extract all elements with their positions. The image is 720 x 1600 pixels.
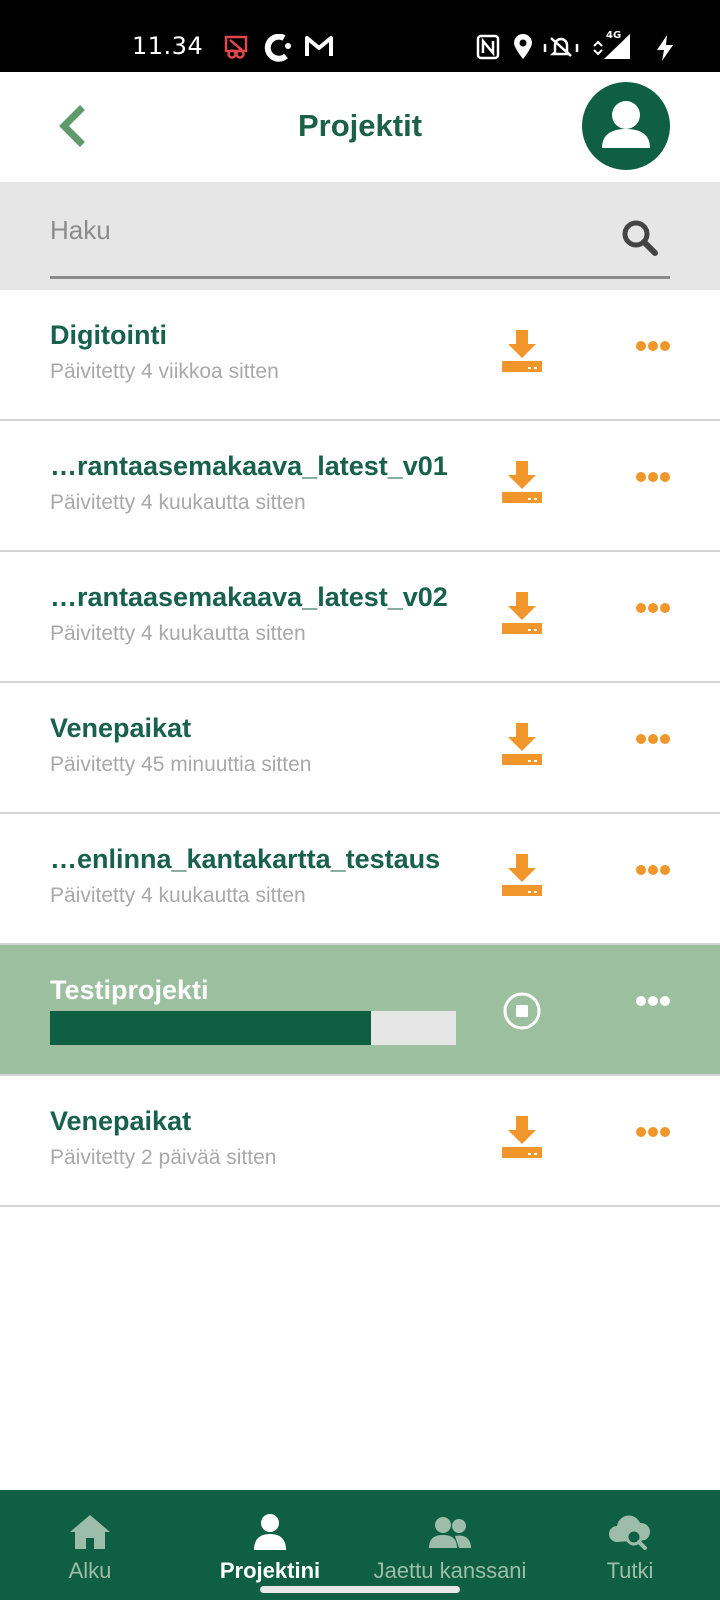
gmail-icon [305, 36, 333, 56]
nav-label: Jaettu kanssani [373, 1558, 527, 1583]
stop-download-icon[interactable] [502, 991, 542, 1031]
home-indicator[interactable] [260, 1586, 460, 1593]
nfc-icon [476, 34, 500, 60]
project-list: Digitointi Päivitetty 4 viikkoa sitten …… [0, 290, 720, 1207]
cloud-search-icon [609, 1515, 650, 1550]
more-options-icon[interactable] [635, 732, 671, 746]
c-app-icon [264, 34, 291, 62]
search-icon[interactable] [620, 218, 660, 258]
cast-off-icon [224, 35, 248, 59]
download-icon[interactable] [500, 852, 544, 898]
more-options-icon[interactable] [635, 339, 671, 353]
download-icon[interactable] [500, 721, 544, 767]
nav-item-alku[interactable]: Alku [20, 1490, 160, 1600]
download-icon[interactable] [500, 459, 544, 505]
search-bar [0, 182, 720, 290]
bottom-nav: Alku Projektini Jaettu kanssani Tutki [0, 1490, 720, 1600]
status-time: 11.34 [132, 32, 204, 60]
nav-item-projektini[interactable]: Projektini [200, 1490, 340, 1600]
nav-label: Projektini [219, 1558, 321, 1583]
project-updated: Päivitetty 45 minuuttia sitten [50, 753, 312, 776]
download-icon[interactable] [500, 328, 544, 374]
app-header: Projektit [0, 72, 720, 182]
project-name: …enlinna_kantakartta_testaus [50, 844, 441, 874]
nav-label: Tutki [606, 1558, 654, 1583]
download-icon[interactable] [500, 1114, 544, 1160]
charging-icon [657, 35, 673, 61]
more-options-icon[interactable] [635, 470, 671, 484]
more-options-icon[interactable] [635, 863, 671, 877]
signal-4g-icon: 4G [593, 30, 630, 59]
project-row[interactable]: Venepaikat Päivitetty 2 päivää sitten [0, 1076, 720, 1207]
more-options-icon[interactable] [635, 994, 671, 1008]
project-row[interactable]: …rantaasemakaava_latest_v01 Päivitetty 4… [0, 421, 720, 552]
project-name: …rantaasemakaava_latest_v01 [50, 451, 448, 481]
project-name: Venepaikat [50, 1106, 192, 1136]
project-updated: Päivitetty 4 kuukautta sitten [50, 884, 306, 907]
download-progress-bar [50, 1011, 456, 1045]
search-underline [50, 276, 670, 279]
project-name: Venepaikat [50, 713, 192, 743]
home-icon [70, 1515, 110, 1549]
people-icon [429, 1517, 471, 1548]
more-options-icon[interactable] [635, 601, 671, 615]
project-updated: Päivitetty 4 kuukautta sitten [50, 491, 306, 514]
nav-item-jaettu-kanssani[interactable]: Jaettu kanssani [360, 1490, 540, 1600]
search-input[interactable] [50, 208, 610, 252]
avatar-button[interactable] [582, 82, 670, 170]
more-options-icon[interactable] [635, 1125, 671, 1139]
project-row[interactable]: …rantaasemakaava_latest_v02 Päivitetty 4… [0, 552, 720, 683]
nav-item-tutki[interactable]: Tutki [560, 1490, 700, 1600]
project-updated: Päivitetty 4 viikkoa sitten [50, 360, 279, 383]
project-row[interactable]: …enlinna_kantakartta_testaus Päivitetty … [0, 814, 720, 945]
project-updated: Päivitetty 2 päivää sitten [50, 1146, 277, 1169]
download-progress-fill [50, 1011, 371, 1045]
nav-label: Alku [68, 1558, 112, 1583]
download-icon[interactable] [500, 590, 544, 636]
project-name: …rantaasemakaava_latest_v02 [50, 582, 448, 612]
person-icon [254, 1514, 286, 1550]
project-row[interactable]: Digitointi Päivitetty 4 viikkoa sitten [0, 290, 720, 421]
project-name: Testiprojekti [50, 975, 209, 1005]
svg-text:4G: 4G [606, 30, 621, 41]
project-row-downloading[interactable]: Testiprojekti [0, 945, 720, 1076]
user-avatar-icon [602, 101, 650, 148]
vibrate-icon [543, 37, 579, 57]
status-bar: 11.34 4G [0, 0, 720, 72]
project-updated: Päivitetty 4 kuukautta sitten [50, 622, 306, 645]
project-name: Digitointi [50, 320, 167, 350]
location-icon [514, 34, 532, 59]
project-row[interactable]: Venepaikat Päivitetty 45 minuuttia sitte… [0, 683, 720, 814]
